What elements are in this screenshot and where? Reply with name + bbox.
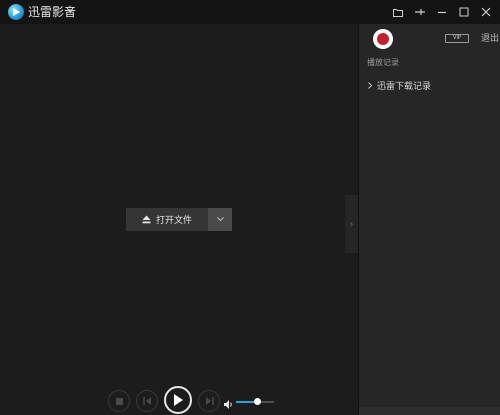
app-logo-icon[interactable]: [8, 4, 24, 20]
minimize-icon[interactable]: [434, 4, 450, 20]
next-button[interactable]: [198, 390, 220, 412]
window-controls: [390, 4, 494, 20]
open-file-dropdown-button[interactable]: [208, 208, 232, 231]
playback-controls: [0, 380, 358, 415]
volume-icon[interactable]: [224, 394, 234, 413]
stop-icon: [115, 397, 123, 405]
chevron-right-icon: [368, 82, 373, 89]
vip-badge: VIP: [445, 34, 469, 43]
tree-item-thunder-downloads[interactable]: 迅雷下载记录: [368, 79, 431, 92]
open-file-button[interactable]: 打开文件: [126, 208, 208, 231]
stop-button[interactable]: [108, 390, 130, 412]
logout-link[interactable]: 退出: [481, 31, 499, 44]
pin-icon[interactable]: [412, 4, 428, 20]
folder-icon[interactable]: [390, 4, 406, 20]
open-file-group: 打开文件: [126, 208, 232, 231]
avatar[interactable]: [373, 29, 393, 49]
play-icon: [174, 394, 183, 406]
restore-icon[interactable]: [456, 4, 472, 20]
chevron-right-icon: ›: [349, 218, 354, 230]
title-bar: 迅雷影音 ▾: [0, 0, 500, 24]
play-button[interactable]: [164, 386, 192, 414]
history-heading: 播放记录: [367, 58, 399, 67]
eject-icon: [142, 215, 151, 224]
previous-button[interactable]: [136, 390, 158, 412]
next-icon: [205, 397, 214, 405]
previous-icon: [142, 397, 151, 405]
collapse-sidebar-handle[interactable]: ›: [345, 195, 358, 253]
volume-knob[interactable]: [253, 398, 261, 405]
tree-item-label: 迅雷下载记录: [377, 82, 432, 92]
open-file-label: 打开文件: [155, 216, 192, 226]
close-icon[interactable]: [478, 4, 494, 20]
sidebar-bottom-bar: [359, 407, 500, 415]
volume-slider[interactable]: [236, 398, 274, 405]
app-menu-caret-icon[interactable]: ▾: [68, 5, 73, 19]
chevron-down-icon: [216, 217, 224, 222]
playlist-sidebar: VIP 退出 播放记录 迅雷下载记录: [358, 24, 500, 415]
